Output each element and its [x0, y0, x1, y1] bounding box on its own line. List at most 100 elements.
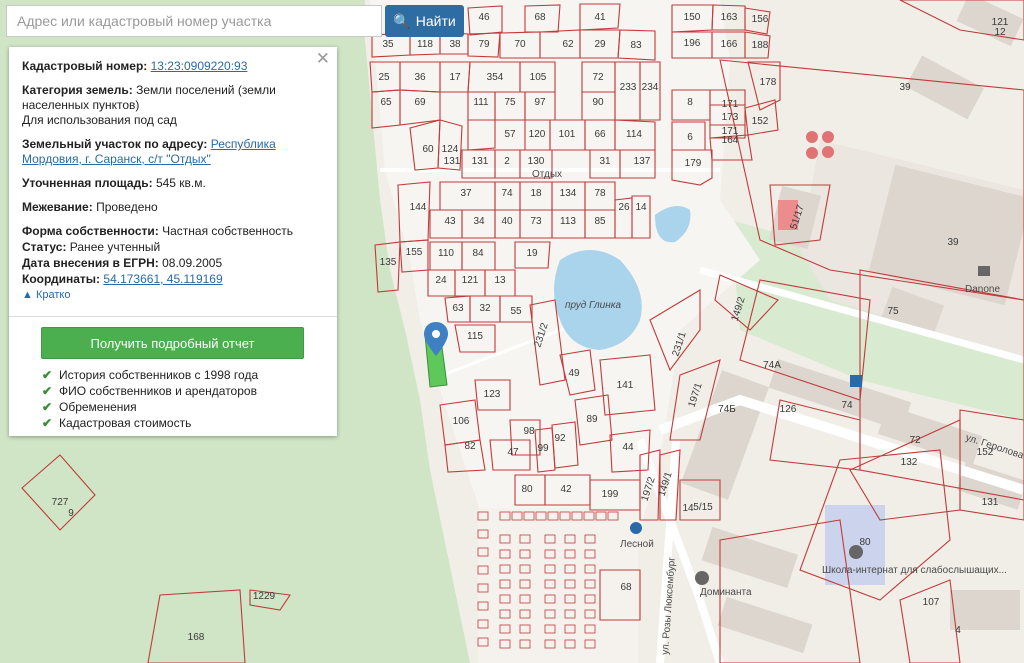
plot-number-label: 74 — [841, 400, 853, 411]
close-icon[interactable]: ✕ — [316, 50, 330, 67]
plot-number-label: 34 — [473, 216, 485, 227]
plot-number-label: 72 — [909, 435, 921, 446]
plot-number-label: 234 — [642, 82, 659, 93]
plot-number-label: 130 — [528, 156, 545, 167]
plot-number-label: 57 — [504, 129, 516, 140]
plot-number-label: 2 — [504, 156, 510, 167]
plot-number-label: 150 — [684, 12, 701, 23]
cadastral-number-link[interactable]: 13:23:0909220:93 — [151, 59, 248, 73]
danone-label: Danone — [965, 284, 1000, 295]
plot-number-label: 24 — [435, 275, 447, 286]
plot-number-label: 141 — [617, 380, 634, 391]
plot-number-label: 1229 — [253, 591, 276, 602]
plot-number-label: 124 — [442, 144, 459, 155]
plot-number-label: 62 — [562, 39, 574, 50]
plot-number-label: 5/15 — [693, 502, 713, 513]
plot-number-label: 123 — [484, 389, 501, 400]
survey-value: Проведено — [96, 200, 158, 214]
plot-number-label: 46 — [478, 12, 490, 23]
plot-number-label: 115 — [467, 331, 483, 342]
checkmark-icon: ✔ — [42, 416, 53, 430]
feature-item: ✔ Кадастровая стоимость — [42, 415, 323, 431]
feature-item: ✔ История собственников с 1998 года — [42, 367, 323, 383]
feature-item: ✔ ФИО собственников и арендаторов — [42, 383, 323, 399]
plot-number-label: 131 — [472, 156, 489, 167]
plot-number-label: 90 — [592, 97, 604, 108]
area-value: 545 кв.м. — [155, 176, 206, 190]
stop-label: Лесной — [620, 539, 654, 550]
area-label: Уточненная площадь: — [22, 176, 153, 190]
plot-number-label: 156 — [752, 14, 769, 25]
collapse-toggle[interactable]: ▲ Кратко — [22, 288, 323, 303]
survey-label: Межевание: — [22, 200, 93, 214]
plot-number-label: 120 — [529, 129, 546, 140]
checkmark-icon: ✔ — [42, 384, 53, 398]
address-label: Земельный участок по адресу: — [22, 137, 208, 151]
plot-number-label: 4 — [955, 625, 961, 636]
plot-number-label: 70 — [514, 39, 526, 50]
plot-number-label: 134 — [560, 188, 577, 199]
plot-number-label: 12 — [994, 27, 1006, 38]
plot-number-label: 19 — [526, 248, 538, 259]
plot-number-label: 105 — [530, 72, 547, 83]
coords-label: Координаты: — [22, 272, 101, 286]
school-icon — [849, 545, 863, 559]
plot-number-label: 39 — [899, 82, 911, 93]
plot-number-label: 44 — [622, 442, 634, 453]
plot-number-label: 101 — [559, 129, 576, 140]
checkmark-icon: ✔ — [42, 368, 53, 382]
plot-number-label: 89 — [586, 414, 598, 425]
otdyh-label: Отдых — [532, 169, 562, 180]
plot-number-label: 8 — [687, 97, 693, 108]
status-value: Ранее учтенный — [69, 240, 161, 254]
plot-number-label: 121 — [462, 275, 479, 286]
plot-number-label: 83 — [630, 40, 642, 51]
plot-number-label: 74Б — [718, 404, 736, 415]
plot-number-label: 32 — [479, 303, 491, 314]
plot-number-label: 166 — [721, 39, 738, 50]
plot-number-label: 38 — [449, 39, 461, 50]
plot-number-label: 126 — [780, 404, 797, 415]
plot-number-label: 42 — [560, 484, 572, 495]
plot-number-label: 173 — [722, 112, 739, 123]
divider — [9, 316, 337, 317]
plot-number-label: 13 — [494, 275, 506, 286]
plot-number-label: 106 — [453, 416, 470, 427]
plot-number-label: 74 — [501, 188, 513, 199]
plot-number-label: 14 — [635, 202, 647, 213]
plot-number-label: 14 — [682, 503, 694, 514]
get-report-button[interactable]: Получить подробный отчет — [41, 327, 304, 359]
plot-number-label: 179 — [685, 158, 702, 169]
plot-number-label: 65 — [380, 97, 392, 108]
plot-number-label: 188 — [752, 40, 769, 51]
coords-link[interactable]: 54.173661, 45.119169 — [103, 272, 222, 286]
search-button-label: Найти — [415, 13, 456, 29]
plot-number-label: 84 — [472, 248, 484, 259]
egrn-date-value: 08.09.2005 — [162, 256, 223, 270]
plot-number-label: 137 — [634, 156, 651, 167]
plot-number-label: 55 — [510, 306, 522, 317]
ownership-value: Частная собственность — [162, 224, 294, 238]
plot-number-label: 113 — [560, 216, 576, 227]
plot-number-label: 47 — [507, 447, 519, 458]
plot-number-label: 168 — [188, 632, 205, 643]
bus-stop-icon — [850, 375, 862, 387]
plot-number-label: 82 — [464, 441, 476, 452]
plot-number-label: 155 — [406, 247, 423, 258]
plot-number-label: 727 — [52, 497, 69, 508]
plot-number-label: 69 — [414, 97, 426, 108]
plot-number-label: 68 — [534, 12, 546, 23]
plot-number-label: 107 — [923, 597, 940, 608]
search-bar — [6, 5, 382, 37]
search-button[interactable]: 🔍 Найти — [385, 5, 464, 37]
plot-number-label: 111 — [473, 97, 489, 108]
search-input[interactable] — [6, 5, 382, 37]
shop-label: Доминанта — [700, 587, 752, 598]
usage-value: Для использования под сад — [22, 113, 177, 127]
plot-number-label: 74А — [763, 360, 781, 371]
report-features-list: ✔ История собственников с 1998 года ✔ ФИО … — [42, 367, 323, 431]
plot-number-label: 178 — [760, 77, 777, 88]
feature-label: ФИО собственников и арендаторов — [59, 384, 257, 398]
category-label: Категория земель: — [22, 83, 133, 97]
plot-number-label: 92 — [554, 433, 566, 444]
